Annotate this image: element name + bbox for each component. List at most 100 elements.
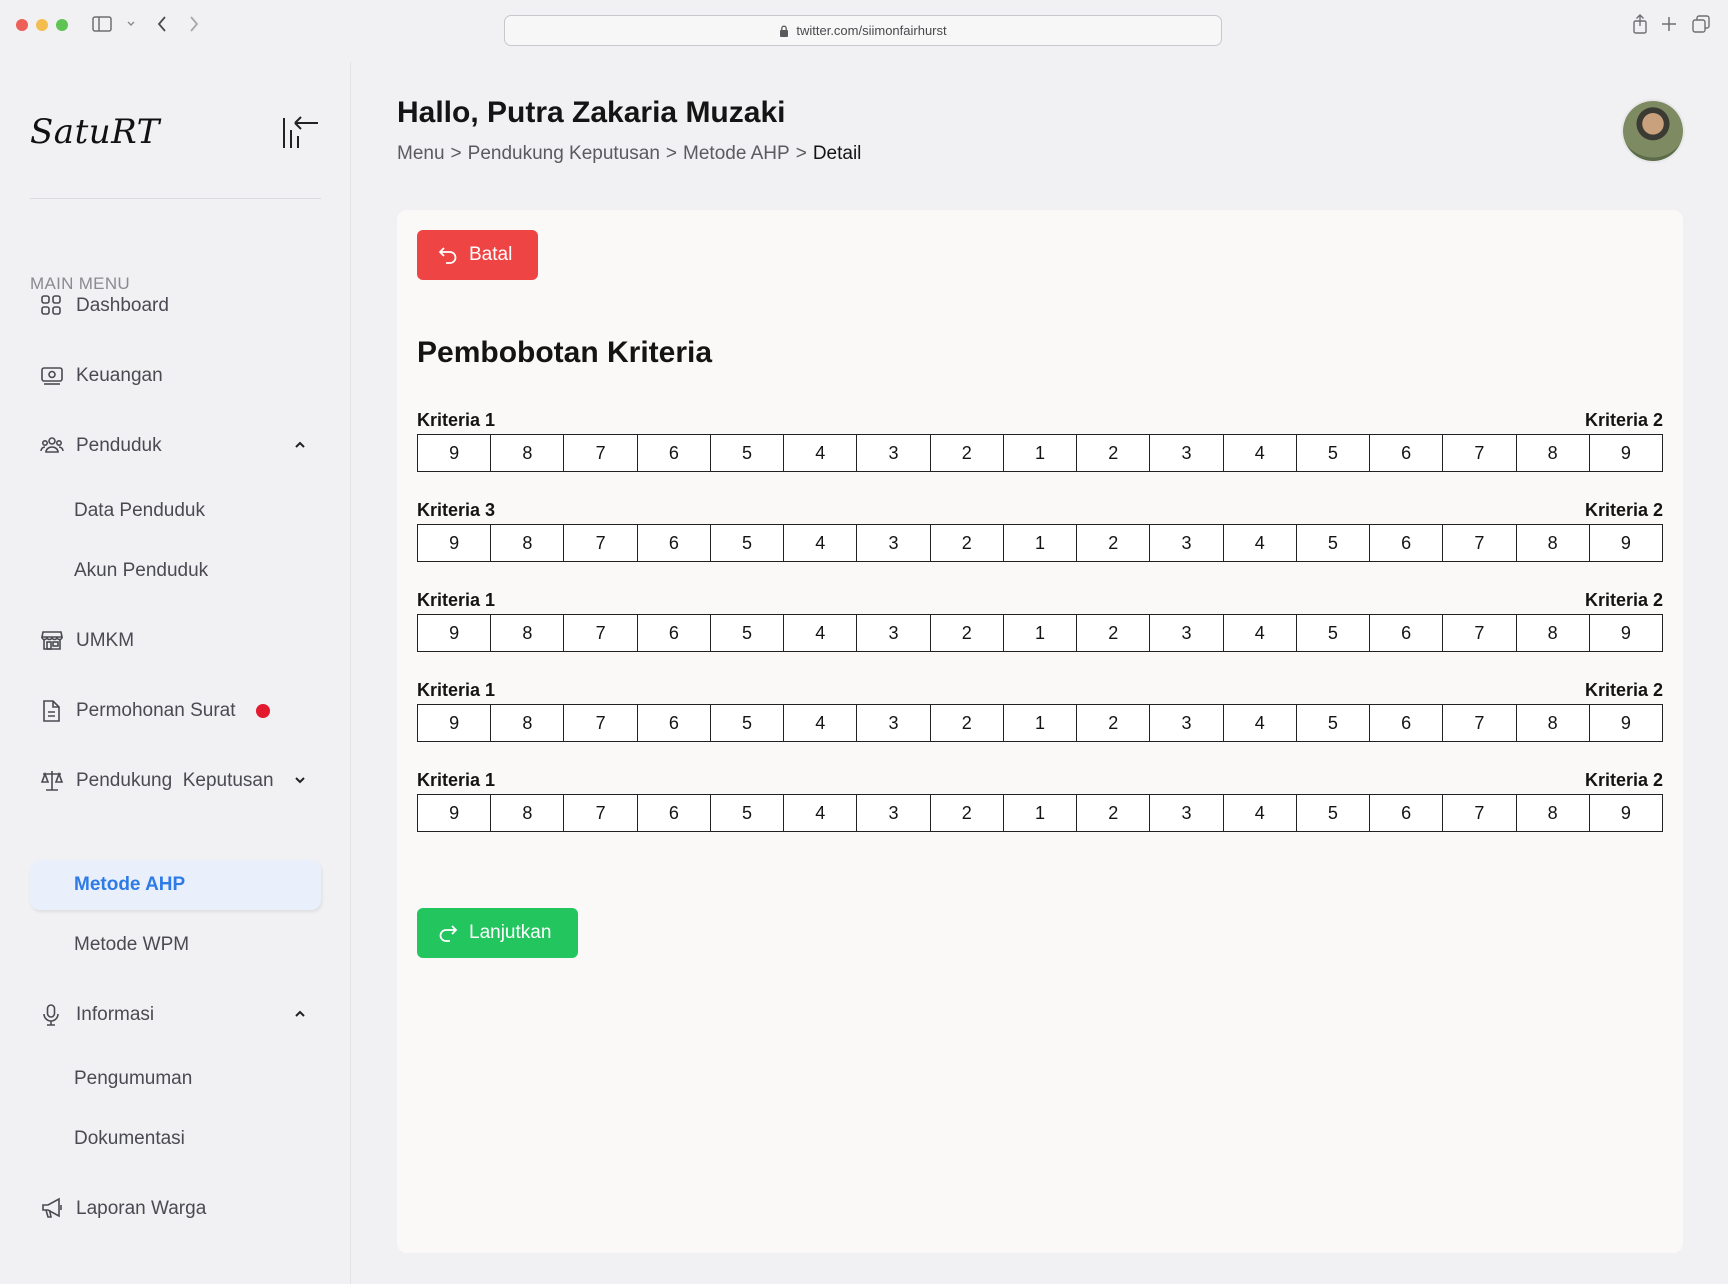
scale-option[interactable]: 4: [1223, 434, 1297, 472]
scale-option[interactable]: 9: [418, 524, 492, 562]
scale-option[interactable]: 4: [1223, 524, 1297, 562]
breadcrumb-pendukung-keputusan[interactable]: Pendukung Keputusan: [468, 143, 660, 165]
scale-option[interactable]: 4: [1223, 704, 1297, 742]
scale-option[interactable]: 8: [1516, 704, 1590, 742]
scale-option[interactable]: 1: [1003, 794, 1078, 832]
minimize-window-button[interactable]: [36, 19, 48, 31]
sidebar-item-dashboard[interactable]: Dashboard: [30, 281, 321, 331]
sidebar-item-permohonan-surat[interactable]: Permohonan Surat: [30, 686, 321, 736]
sidebar-item-informasi[interactable]: Informasi: [30, 990, 321, 1040]
scale-option[interactable]: 4: [1223, 794, 1297, 832]
scale-option[interactable]: 5: [1296, 794, 1371, 832]
scale-option[interactable]: 3: [857, 704, 931, 742]
scale-option[interactable]: 3: [857, 524, 931, 562]
scale-option[interactable]: 5: [710, 794, 785, 832]
scale-option[interactable]: 7: [564, 434, 638, 472]
sidebar-item-umkm[interactable]: UMKM: [30, 616, 321, 666]
scale-option[interactable]: 4: [1223, 614, 1297, 652]
close-window-button[interactable]: [16, 19, 28, 31]
scale-option[interactable]: 7: [1443, 434, 1517, 472]
scale-option[interactable]: 3: [1150, 704, 1224, 742]
scale-option[interactable]: 2: [1077, 434, 1151, 472]
scale-option[interactable]: 3: [1150, 794, 1224, 832]
scale-option[interactable]: 9: [1589, 614, 1663, 652]
scale-option[interactable]: 2: [1077, 794, 1151, 832]
scale-option[interactable]: 3: [857, 794, 931, 832]
scale-option[interactable]: 5: [710, 704, 785, 742]
scale-option[interactable]: 6: [1370, 434, 1444, 472]
scale-option[interactable]: 6: [1370, 614, 1444, 652]
scale-option[interactable]: 1: [1003, 524, 1078, 562]
scale-option[interactable]: 5: [1296, 524, 1371, 562]
scale-option[interactable]: 7: [1443, 614, 1517, 652]
scale-option[interactable]: 9: [418, 704, 492, 742]
scale-option[interactable]: 8: [491, 524, 565, 562]
scale-option[interactable]: 4: [784, 794, 858, 832]
scale-option[interactable]: 9: [418, 794, 492, 832]
maximize-window-button[interactable]: [56, 19, 68, 31]
new-tab-icon[interactable]: [1659, 12, 1679, 36]
collapse-sidebar-icon[interactable]: [280, 112, 320, 152]
scale-option[interactable]: 8: [1516, 434, 1590, 472]
scale-option[interactable]: 1: [1003, 704, 1078, 742]
scale-option[interactable]: 4: [784, 704, 858, 742]
continue-button[interactable]: Lanjutkan: [417, 908, 578, 958]
scale-option[interactable]: 8: [491, 704, 565, 742]
cancel-button[interactable]: Batal: [417, 230, 538, 280]
avatar[interactable]: [1623, 101, 1683, 161]
scale-option[interactable]: 6: [1370, 704, 1444, 742]
address-bar[interactable]: twitter.com/siimonfairhurst: [504, 15, 1222, 46]
scale-option[interactable]: 3: [1150, 524, 1224, 562]
scale-option[interactable]: 3: [857, 614, 931, 652]
scale-option[interactable]: 6: [637, 524, 711, 562]
scale-option[interactable]: 5: [710, 434, 785, 472]
scale-option[interactable]: 2: [1077, 704, 1151, 742]
scale-option[interactable]: 2: [1077, 524, 1151, 562]
scale-option[interactable]: 5: [1296, 434, 1371, 472]
scale-option[interactable]: 6: [1370, 524, 1444, 562]
scale-option[interactable]: 5: [1296, 614, 1371, 652]
scale-option[interactable]: 3: [857, 434, 931, 472]
back-icon[interactable]: [152, 12, 172, 36]
scale-option[interactable]: 9: [418, 434, 492, 472]
sidebar-item-pendukung-keputusan[interactable]: Pendukung Keputusan: [30, 756, 321, 806]
scale-option[interactable]: 9: [1589, 704, 1663, 742]
scale-option[interactable]: 7: [564, 794, 638, 832]
scale-option[interactable]: 9: [418, 614, 492, 652]
scale-option[interactable]: 2: [1077, 614, 1151, 652]
scale-option[interactable]: 7: [1443, 794, 1517, 832]
sidebar-item-metode-wpm[interactable]: Metode WPM: [30, 920, 321, 970]
sidebar-item-data-penduduk[interactable]: Data Penduduk: [30, 486, 321, 536]
share-icon[interactable]: [1630, 12, 1650, 36]
scale-option[interactable]: 2: [930, 524, 1004, 562]
sidebar-item-keuangan[interactable]: Keuangan: [30, 351, 321, 401]
scale-option[interactable]: 4: [784, 434, 858, 472]
breadcrumb-menu[interactable]: Menu: [397, 143, 445, 165]
scale-option[interactable]: 5: [1296, 704, 1371, 742]
scale-option[interactable]: 7: [1443, 524, 1517, 562]
scale-option[interactable]: 7: [564, 524, 638, 562]
scale-option[interactable]: 2: [930, 614, 1004, 652]
tabs-overview-icon[interactable]: [1690, 12, 1712, 36]
scale-option[interactable]: 2: [930, 434, 1004, 472]
sidebar-item-metode-ahp[interactable]: Metode AHP: [30, 860, 321, 910]
scale-option[interactable]: 9: [1589, 434, 1663, 472]
scale-option[interactable]: 8: [1516, 614, 1590, 652]
scale-option[interactable]: 5: [710, 524, 785, 562]
sidebar-item-dokumentasi[interactable]: Dokumentasi: [30, 1114, 321, 1164]
scale-option[interactable]: 2: [930, 794, 1004, 832]
scale-option[interactable]: 6: [637, 614, 711, 652]
scale-option[interactable]: 8: [491, 614, 565, 652]
chevron-down-icon[interactable]: [124, 12, 138, 36]
scale-option[interactable]: 8: [491, 434, 565, 472]
scale-option[interactable]: 7: [564, 704, 638, 742]
scale-option[interactable]: 6: [637, 794, 711, 832]
scale-option[interactable]: 8: [491, 794, 565, 832]
scale-option[interactable]: 5: [710, 614, 785, 652]
sidebar-item-akun-penduduk[interactable]: Akun Penduduk: [30, 546, 321, 596]
sidebar-item-laporan-warga[interactable]: Laporan Warga: [30, 1184, 321, 1234]
scale-option[interactable]: 3: [1150, 614, 1224, 652]
scale-option[interactable]: 4: [784, 614, 858, 652]
sidebar-item-pengumuman[interactable]: Pengumuman: [30, 1054, 321, 1104]
app-logo[interactable]: SatuRT: [30, 112, 160, 152]
